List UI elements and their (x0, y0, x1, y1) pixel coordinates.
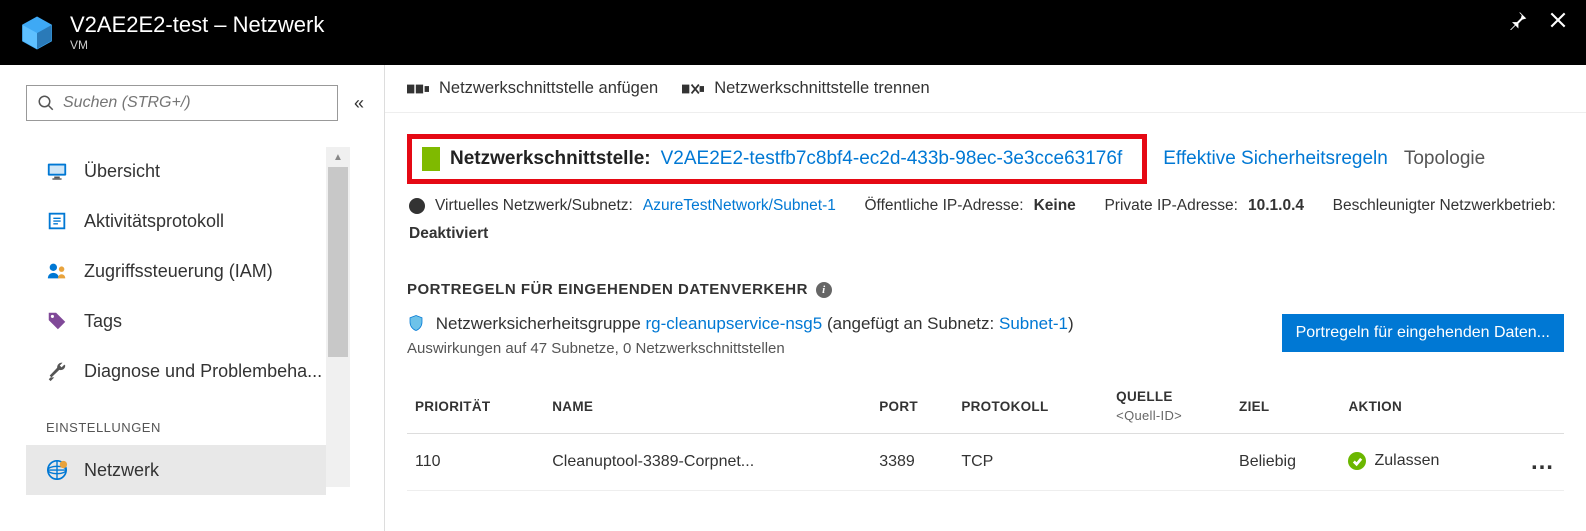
cell-name: Cleanuptool-3389-Corpnet... (544, 434, 871, 491)
search-icon (37, 94, 55, 112)
sidebar-item-label: Übersicht (84, 161, 160, 182)
cell-protocol: TCP (953, 434, 1108, 491)
table-row[interactable]: 110 Cleanuptool-3389-Corpnet... 3389 TCP… (407, 434, 1564, 491)
sidebar-item-label: Zugriffssteuerung (IAM) (84, 261, 273, 282)
col-port[interactable]: PORT (871, 379, 953, 434)
scroll-thumb[interactable] (328, 167, 348, 357)
nsg-subnet-link[interactable]: Subnet-1 (999, 314, 1068, 333)
sidebar-section-label: EINSTELLUNGEN (26, 396, 326, 445)
info-icon (409, 198, 425, 214)
nsg-impact: Auswirkungen auf 47 Subnetze, 0 Netzwerk… (407, 340, 1074, 357)
sidebar-item-label: Aktivitätsprotokoll (84, 211, 224, 232)
cell-source (1108, 434, 1231, 491)
monitor-icon (46, 160, 68, 182)
topology-link[interactable]: Topologie (1404, 148, 1485, 170)
nic-highlight-box: Netzwerkschnittstelle: V2AE2E2-testfb7c8… (407, 134, 1147, 184)
effective-rules-link[interactable]: Effektive Sicherheitsregeln (1163, 148, 1388, 170)
nsg-mid: (angefügt an Subnetz: (827, 314, 994, 333)
search-box[interactable] (26, 85, 338, 121)
privip-label: Private IP-Adresse: (1104, 197, 1238, 215)
toolbar: Netzwerkschnittstelle anfügen Netzwerksc… (385, 65, 1586, 113)
search-input[interactable] (63, 94, 327, 112)
accel-label: Beschleunigter Netzwerkbetrieb: (1333, 197, 1556, 215)
network-icon (46, 459, 68, 481)
log-icon (46, 210, 68, 232)
col-action[interactable]: AKTION (1340, 379, 1500, 434)
nic-info-bar: Virtuelles Netzwerk/Subnetz: AzureTestNe… (407, 197, 1564, 243)
accel-value: Deaktiviert (409, 225, 488, 243)
col-source[interactable]: QUELLE <Quell-ID> (1108, 379, 1231, 434)
nsg-prefix: Netzwerksicherheitsgruppe (436, 314, 641, 333)
sidebar-item-activity-log[interactable]: Aktivitätsprotokoll (26, 196, 326, 246)
action-text: Zulassen (1374, 452, 1439, 470)
tag-icon (46, 310, 68, 332)
close-icon[interactable] (1548, 10, 1568, 30)
iam-icon (46, 260, 68, 282)
cell-port: 3389 (871, 434, 953, 491)
inbound-rules-title: PORTREGELN FÜR EINGEHENDEN DATENVERKEHR … (407, 281, 1564, 298)
privip-value: 10.1.0.4 (1248, 197, 1304, 215)
col-protocol[interactable]: PROTOKOLL (953, 379, 1108, 434)
sidebar-item-diagnose[interactable]: Diagnose und Problembeha... (26, 346, 326, 396)
nsg-suffix: ) (1068, 314, 1074, 333)
shield-icon (407, 314, 425, 332)
row-more-button[interactable]: … (1501, 434, 1564, 491)
sidebar-item-label: Tags (84, 311, 122, 332)
inbound-rules-table: PRIORITÄT NAME PORT PROTOKOLL QUELLE <Qu… (407, 379, 1564, 491)
pubip-value: Keine (1034, 197, 1076, 215)
cell-action: Zulassen (1340, 434, 1500, 491)
collapse-sidebar-icon[interactable]: « (354, 93, 364, 114)
nic-icon (422, 147, 440, 171)
vnet-link[interactable]: AzureTestNetwork/Subnet-1 (643, 197, 836, 215)
scroll-up-icon[interactable]: ▲ (326, 147, 350, 167)
sidebar-item-tags[interactable]: Tags (26, 296, 326, 346)
toolbar-label: Netzwerkschnittstelle anfügen (439, 79, 658, 98)
attach-nic-button[interactable]: Netzwerkschnittstelle anfügen (407, 79, 658, 98)
sidebar-item-label: Diagnose und Problembeha... (84, 361, 322, 382)
col-name[interactable]: NAME (544, 379, 871, 434)
col-priority[interactable]: PRIORITÄT (407, 379, 544, 434)
wrench-icon (46, 360, 68, 382)
col-dest[interactable]: ZIEL (1231, 379, 1340, 434)
source-sublabel: <Quell-ID> (1116, 408, 1223, 423)
main-content: Netzwerkschnittstelle anfügen Netzwerksc… (385, 65, 1586, 531)
sidebar-item-network[interactable]: Netzwerk (26, 445, 326, 495)
check-icon (1348, 452, 1366, 470)
blade-header: V2AE2E2-test – Netzwerk VM (0, 0, 1586, 65)
pubip-label: Öffentliche IP-Adresse: (864, 197, 1023, 215)
blade-title: V2AE2E2-test – Netzwerk (70, 12, 324, 37)
sidebar: « Übersicht Aktivitätsprotokoll Zugriffs… (0, 65, 385, 531)
info-icon[interactable]: i (816, 282, 832, 298)
blade-subtitle: VM (70, 39, 324, 53)
detach-nic-button[interactable]: Netzwerkschnittstelle trennen (682, 79, 930, 98)
sidebar-item-iam[interactable]: Zugriffssteuerung (IAM) (26, 246, 326, 296)
vnet-label: Virtuelles Netzwerk/Subnetz: (435, 197, 633, 215)
sidebar-item-overview[interactable]: Übersicht (26, 146, 326, 196)
nsg-link[interactable]: rg-cleanupservice-nsg5 (646, 314, 823, 333)
add-inbound-rule-button[interactable]: Portregeln für eingehenden Daten... (1282, 314, 1564, 352)
nic-link[interactable]: V2AE2E2-testfb7c8bf4-ec2d-433b-98ec-3e3c… (661, 148, 1123, 170)
sidebar-scrollbar[interactable]: ▲ (326, 147, 350, 487)
attach-icon (407, 80, 429, 98)
pin-icon[interactable] (1508, 10, 1528, 30)
rules-title-text: PORTREGELN FÜR EINGEHENDEN DATENVERKEHR (407, 281, 808, 298)
sidebar-item-label: Netzwerk (84, 460, 159, 481)
cube-icon (18, 14, 56, 52)
detach-icon (682, 80, 704, 98)
cell-dest: Beliebig (1231, 434, 1340, 491)
toolbar-label: Netzwerkschnittstelle trennen (714, 79, 930, 98)
cell-priority: 110 (407, 434, 544, 491)
nic-label: Netzwerkschnittstelle: (450, 148, 651, 170)
